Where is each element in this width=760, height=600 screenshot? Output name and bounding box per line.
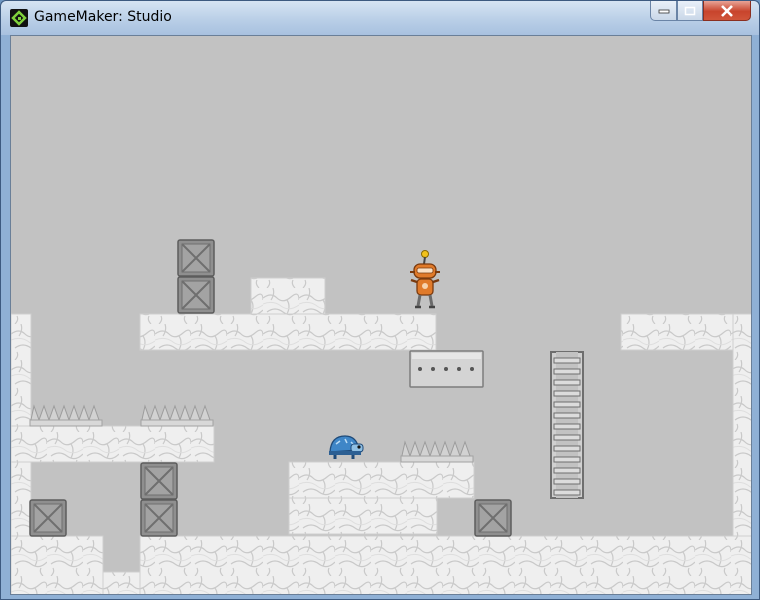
spike-trap xyxy=(29,405,103,427)
spike-trap xyxy=(400,441,474,463)
ladder-rung xyxy=(553,434,581,441)
maximize-icon xyxy=(678,1,702,20)
metal-crate xyxy=(177,276,215,314)
blue-shell-enemy xyxy=(329,435,364,459)
game-scene xyxy=(11,239,751,594)
ladder-rung xyxy=(553,368,581,375)
maximize-button[interactable] xyxy=(677,1,703,21)
ladder-rung xyxy=(553,478,581,485)
ladder-rung xyxy=(553,379,581,386)
close-button[interactable] xyxy=(703,1,751,21)
ladder-rung xyxy=(553,423,581,430)
ladder-rung xyxy=(553,445,581,452)
ladder-rung xyxy=(553,456,581,463)
ladder-rung xyxy=(553,489,581,496)
metal-crate xyxy=(177,239,215,277)
ladder-rung xyxy=(553,390,581,397)
metal-crate xyxy=(140,499,178,537)
metal-crate xyxy=(474,499,512,537)
minimize-icon xyxy=(651,1,676,20)
robot-player xyxy=(410,250,440,309)
app-window: GameMaker: Studio xyxy=(0,0,760,600)
ladder-rung xyxy=(553,401,581,408)
metal-crate xyxy=(140,462,178,500)
game-canvas[interactable] xyxy=(10,35,752,595)
ladder xyxy=(550,351,584,499)
window-title: GameMaker: Studio xyxy=(34,9,172,25)
metal-crate xyxy=(29,499,67,537)
gamemaker-logo-icon xyxy=(10,9,28,27)
moving-platform xyxy=(409,350,484,388)
ladder-rung xyxy=(553,412,581,419)
spike-trap xyxy=(140,405,214,427)
minimize-button[interactable] xyxy=(650,1,677,21)
ladder-rung xyxy=(553,467,581,474)
stone-terrain xyxy=(11,277,751,594)
ladder-rung xyxy=(553,357,581,364)
close-icon xyxy=(704,1,750,20)
title-bar[interactable]: GameMaker: Studio xyxy=(1,1,759,35)
